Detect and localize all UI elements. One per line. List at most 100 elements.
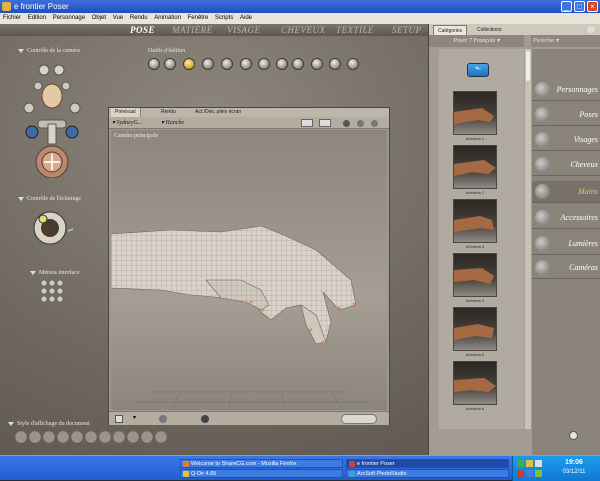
color-tool-icon[interactable] bbox=[276, 58, 288, 70]
view-magnifier-tool-icon[interactable] bbox=[311, 58, 323, 70]
qdir-icon bbox=[183, 471, 189, 477]
library-scrollbar[interactable] bbox=[525, 49, 531, 429]
taskbar-poser[interactable]: e frontier Poser bbox=[346, 459, 509, 468]
category-visages[interactable]: Visages bbox=[532, 129, 600, 151]
category-lumieres[interactable]: Lumières bbox=[532, 233, 600, 255]
clock-time[interactable]: 19:06 bbox=[549, 459, 599, 466]
preview-dot-icon[interactable] bbox=[343, 120, 350, 127]
tray-update-icon[interactable] bbox=[535, 470, 542, 477]
room-tab-cheveux[interactable]: CHEVEUX bbox=[281, 25, 326, 35]
document-window: Prévisual Rendu Act./Dés. plein écran ▾ … bbox=[108, 107, 390, 425]
library-close-icon[interactable] bbox=[587, 26, 595, 33]
taper-tool-icon[interactable] bbox=[240, 58, 252, 70]
morph-brush-tool-icon[interactable] bbox=[329, 58, 341, 70]
thumbnail-list: ⬑ Arriverla 1 Arriverla 2 Arriverla 3 Ar… bbox=[439, 49, 524, 429]
display-option-icon[interactable] bbox=[357, 120, 364, 127]
taskbar-qdir[interactable]: Q-Dir 4.65 bbox=[180, 469, 343, 478]
tray-bluetooth-icon[interactable] bbox=[526, 470, 533, 477]
taskbar-firefox[interactable]: Welcome to ShareCG.com - Mozilla Firefox bbox=[180, 459, 343, 468]
library-tab-collections[interactable]: Collections bbox=[473, 25, 505, 35]
thumbnail-item[interactable] bbox=[453, 199, 497, 243]
category-cheveux[interactable]: Cheveux bbox=[532, 154, 600, 176]
thumbnail-item[interactable] bbox=[453, 307, 497, 351]
camera-controls-widget[interactable] bbox=[18, 58, 90, 178]
footer-dropdown-icon[interactable]: ▾ bbox=[133, 414, 136, 421]
menu-aide[interactable]: Aide bbox=[240, 15, 252, 21]
3d-viewport[interactable]: Caméra principale bbox=[111, 130, 387, 410]
scrollbar-thumb[interactable] bbox=[526, 51, 530, 81]
menu-rendu[interactable]: Rendu bbox=[130, 15, 148, 21]
translate-tool-icon[interactable] bbox=[183, 58, 195, 70]
add-to-library-icon[interactable] bbox=[569, 431, 578, 440]
thumbnail-item[interactable] bbox=[453, 145, 497, 189]
playback-controls[interactable] bbox=[341, 414, 377, 424]
thumbnail-item[interactable] bbox=[453, 361, 497, 405]
library-tab-categories[interactable]: Catégories bbox=[433, 25, 468, 35]
thumbnail-item[interactable] bbox=[453, 91, 497, 135]
windows-taskbar: Welcome to ShareCG.com - Mozilla Firefox… bbox=[0, 455, 600, 481]
pose-icon bbox=[535, 107, 550, 122]
maximize-button[interactable]: □ bbox=[574, 1, 585, 12]
room-tab-setup[interactable]: SETUP bbox=[392, 25, 422, 35]
library-header[interactable]: Poser 7 Français ▾ bbox=[429, 35, 524, 47]
menu-vue[interactable]: Vue bbox=[113, 15, 123, 21]
hand-icon bbox=[535, 184, 550, 199]
category-accessoires[interactable]: Accessoires bbox=[532, 207, 600, 229]
render-options-icon[interactable] bbox=[301, 119, 313, 127]
room-tabs: POSE MATIÈRE VISAGE CHEVEUX TEXTILE SETU… bbox=[0, 24, 430, 36]
window-titlebar[interactable]: e frontier Poser _ □ × bbox=[0, 0, 600, 13]
menu-fichier[interactable]: Fichier bbox=[3, 15, 21, 21]
lighting-control-widget[interactable] bbox=[30, 208, 75, 248]
tab-rendu[interactable]: Rendu bbox=[157, 108, 180, 117]
tray-security-icon[interactable] bbox=[517, 470, 524, 477]
thumbnail-caption: Arriverla 5 bbox=[465, 352, 485, 357]
category-personnages[interactable]: Personnages bbox=[532, 79, 600, 101]
room-tab-pose[interactable]: POSE bbox=[130, 25, 155, 35]
chain-break-tool-icon[interactable] bbox=[258, 58, 270, 70]
category-cameras[interactable]: Caméras bbox=[532, 257, 600, 279]
part-selector[interactable]: ▾ Hanche bbox=[161, 117, 184, 129]
menubar: Fichier Edition Personnage Objet Vue Ren… bbox=[0, 13, 600, 24]
frame-select-icon[interactable] bbox=[115, 415, 123, 423]
menu-fenetre[interactable]: Fenêtre bbox=[188, 15, 209, 21]
category-mains[interactable]: Mains bbox=[532, 181, 600, 203]
hand-mesh-model bbox=[111, 225, 367, 410]
document-toolbar: ▾ SydneyG... ▾ Hanche bbox=[109, 117, 389, 129]
lighting-options-icon[interactable] bbox=[319, 119, 331, 127]
twist-tool-icon[interactable] bbox=[164, 58, 176, 70]
close-button[interactable]: × bbox=[587, 1, 598, 12]
tray-app-icon[interactable] bbox=[526, 460, 533, 467]
document-footer: ▾ bbox=[109, 411, 389, 425]
figure-selector[interactable]: ▾ SydneyG... bbox=[112, 117, 142, 129]
menu-scripts[interactable]: Scripts bbox=[215, 15, 233, 21]
grouping-tool-icon[interactable] bbox=[292, 58, 304, 70]
scale-tool-icon[interactable] bbox=[221, 58, 233, 70]
category-poses[interactable]: Poses bbox=[532, 104, 600, 126]
tab-fullscreen-toggle[interactable]: Act./Dés. plein écran bbox=[191, 108, 245, 117]
room-tab-visage[interactable]: VISAGE bbox=[227, 25, 261, 35]
display-option-2-icon[interactable] bbox=[371, 120, 378, 127]
footer-dot-icon[interactable] bbox=[159, 415, 167, 423]
translate-in-out-tool-icon[interactable] bbox=[202, 58, 214, 70]
thumbnail-item[interactable] bbox=[453, 253, 497, 297]
tray-volume-icon[interactable] bbox=[535, 460, 542, 467]
menu-objet[interactable]: Objet bbox=[92, 15, 106, 21]
folder-up-icon[interactable]: ⬑ bbox=[467, 63, 489, 77]
tab-previsual[interactable]: Prévisual bbox=[111, 108, 141, 117]
display-style-buttons[interactable] bbox=[14, 430, 174, 444]
tray-network-icon[interactable] bbox=[517, 460, 524, 467]
minimize-button[interactable]: _ bbox=[561, 1, 572, 12]
menu-edition[interactable]: Edition bbox=[28, 15, 46, 21]
rotate-tool-icon[interactable] bbox=[148, 58, 160, 70]
menu-personnage[interactable]: Personnage bbox=[53, 15, 85, 21]
direct-manipulation-tool-icon[interactable] bbox=[347, 58, 359, 70]
render-dot-icon[interactable] bbox=[201, 415, 209, 423]
taskbar-photostudio[interactable]: ArcSoft PhotoStudio bbox=[346, 469, 509, 478]
thumbnail-caption: Arriverla 6 bbox=[465, 406, 485, 411]
clock-date[interactable]: 03/12/11 bbox=[549, 469, 599, 475]
light-icon bbox=[535, 236, 550, 251]
menu-animation[interactable]: Animation bbox=[154, 15, 181, 21]
memo-dots-grid[interactable] bbox=[40, 279, 64, 303]
room-tab-matiere[interactable]: MATIÈRE bbox=[172, 25, 213, 35]
room-tab-textile[interactable]: TEXTILE bbox=[336, 25, 374, 35]
